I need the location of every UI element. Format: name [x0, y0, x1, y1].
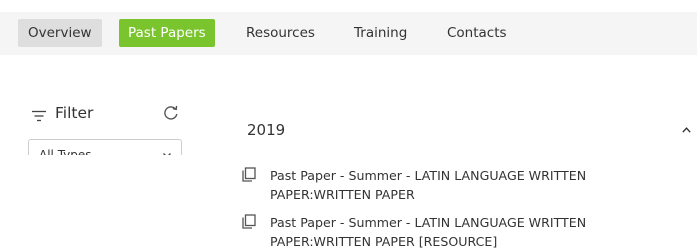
document-title[interactable]: Past Paper - Summer - LATIN LANGUAGE WRI… [270, 166, 640, 204]
document-copy-icon [242, 214, 256, 229]
document-title[interactable]: Past Paper - Summer - LATIN LANGUAGE WRI… [270, 213, 640, 251]
tab-past-papers[interactable]: Past Papers [119, 19, 215, 47]
tab-contacts[interactable]: Contacts [447, 19, 507, 47]
chevron-up-icon[interactable] [682, 127, 691, 133]
tab-resources[interactable]: Resources [246, 19, 315, 47]
filter-title: Filter [55, 104, 94, 122]
refresh-icon[interactable] [163, 105, 179, 121]
document-copy-icon [242, 167, 256, 182]
tab-overview[interactable]: Overview [18, 19, 102, 47]
year-group-header[interactable]: 2019 [247, 121, 697, 141]
navbar: Overview Past Papers Resources Training … [0, 12, 697, 55]
tab-training[interactable]: Training [354, 19, 407, 47]
filter-icon [32, 110, 46, 122]
year-label: 2019 [247, 121, 286, 139]
filter-panel-clip [0, 155, 215, 248]
